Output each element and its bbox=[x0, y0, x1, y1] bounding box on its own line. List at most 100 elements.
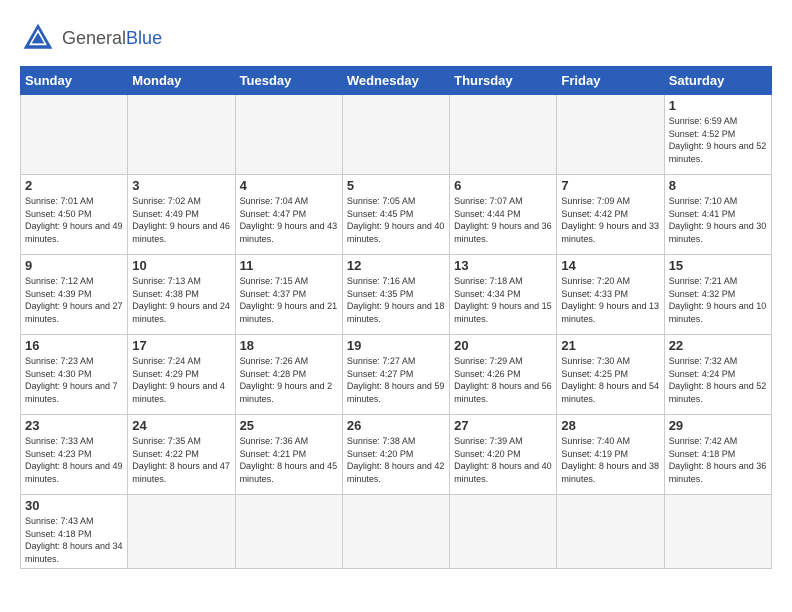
day-cell: 29 Sunrise: 7:42 AM Sunset: 4:18 PM Dayli… bbox=[664, 415, 771, 495]
day-cell bbox=[664, 495, 771, 569]
day-info: Sunrise: 7:05 AM Sunset: 4:45 PM Dayligh… bbox=[347, 195, 445, 245]
week-row-2: 2 Sunrise: 7:01 AM Sunset: 4:50 PM Daylig… bbox=[21, 175, 772, 255]
logo: GeneralBlue bbox=[20, 20, 162, 56]
day-info: Sunrise: 7:10 AM Sunset: 4:41 PM Dayligh… bbox=[669, 195, 767, 245]
day-cell: 18Sunrise: 7:26 AM Sunset: 4:28 PM Dayli… bbox=[235, 335, 342, 415]
day-info: Sunrise: 7:30 AM Sunset: 4:25 PM Dayligh… bbox=[561, 355, 659, 405]
day-number: 13 bbox=[454, 258, 552, 273]
day-info: Sunrise: 7:20 AM Sunset: 4:33 PM Dayligh… bbox=[561, 275, 659, 325]
day-info: Sunrise: 7:15 AM Sunset: 4:37 PM Dayligh… bbox=[240, 275, 338, 325]
header: GeneralBlue bbox=[20, 20, 772, 56]
day-info: Sunrise: 7:40 AM Sunset: 4:19 PM Dayligh… bbox=[561, 435, 659, 485]
day-info: Sunrise: 7:23 AM Sunset: 4:30 PM Dayligh… bbox=[25, 355, 123, 405]
day-cell: 10Sunrise: 7:13 AM Sunset: 4:38 PM Dayli… bbox=[128, 255, 235, 335]
day-info: Sunrise: 7:18 AM Sunset: 4:34 PM Dayligh… bbox=[454, 275, 552, 325]
week-row-3: 9 Sunrise: 7:12 AM Sunset: 4:39 PM Daylig… bbox=[21, 255, 772, 335]
day-cell: 2 Sunrise: 7:01 AM Sunset: 4:50 PM Daylig… bbox=[21, 175, 128, 255]
day-cell bbox=[342, 495, 449, 569]
day-cell: 17 Sunrise: 7:24 AM Sunset: 4:29 PM Dayli… bbox=[128, 335, 235, 415]
day-cell: 21Sunrise: 7:30 AM Sunset: 4:25 PM Dayli… bbox=[557, 335, 664, 415]
day-info: Sunrise: 7:16 AM Sunset: 4:35 PM Dayligh… bbox=[347, 275, 445, 325]
day-number: 29 bbox=[669, 418, 767, 433]
day-cell bbox=[235, 95, 342, 175]
weekday-sunday: Sunday bbox=[21, 67, 128, 95]
day-number: 6 bbox=[454, 178, 552, 193]
day-cell: 14Sunrise: 7:20 AM Sunset: 4:33 PM Dayli… bbox=[557, 255, 664, 335]
day-info: Sunrise: 7:13 AM Sunset: 4:38 PM Dayligh… bbox=[132, 275, 230, 325]
day-number: 23 bbox=[25, 418, 123, 433]
weekday-header-row: SundayMondayTuesdayWednesdayThursdayFrid… bbox=[21, 67, 772, 95]
day-cell: 8Sunrise: 7:10 AM Sunset: 4:41 PM Daylig… bbox=[664, 175, 771, 255]
day-cell: 5 Sunrise: 7:05 AM Sunset: 4:45 PM Daylig… bbox=[342, 175, 449, 255]
day-cell: 11Sunrise: 7:15 AM Sunset: 4:37 PM Dayli… bbox=[235, 255, 342, 335]
day-cell: 19Sunrise: 7:27 AM Sunset: 4:27 PM Dayli… bbox=[342, 335, 449, 415]
day-number: 27 bbox=[454, 418, 552, 433]
day-info: Sunrise: 7:02 AM Sunset: 4:49 PM Dayligh… bbox=[132, 195, 230, 245]
day-cell: 13 Sunrise: 7:18 AM Sunset: 4:34 PM Dayli… bbox=[450, 255, 557, 335]
day-info: Sunrise: 7:39 AM Sunset: 4:20 PM Dayligh… bbox=[454, 435, 552, 485]
day-number: 22 bbox=[669, 338, 767, 353]
weekday-monday: Monday bbox=[128, 67, 235, 95]
day-cell: 1 Sunrise: 6:59 AM Sunset: 4:52 PM Daylig… bbox=[664, 95, 771, 175]
day-info: Sunrise: 7:38 AM Sunset: 4:20 PM Dayligh… bbox=[347, 435, 445, 485]
page: GeneralBlue SundayMondayTuesdayWednesday… bbox=[0, 0, 792, 579]
day-info: Sunrise: 7:29 AM Sunset: 4:26 PM Dayligh… bbox=[454, 355, 552, 405]
day-number: 15 bbox=[669, 258, 767, 273]
day-number: 12 bbox=[347, 258, 445, 273]
day-cell bbox=[557, 495, 664, 569]
day-info: Sunrise: 7:07 AM Sunset: 4:44 PM Dayligh… bbox=[454, 195, 552, 245]
day-info: Sunrise: 7:24 AM Sunset: 4:29 PM Dayligh… bbox=[132, 355, 230, 405]
day-cell: 12 Sunrise: 7:16 AM Sunset: 4:35 PM Dayli… bbox=[342, 255, 449, 335]
weekday-thursday: Thursday bbox=[450, 67, 557, 95]
day-cell: 22 Sunrise: 7:32 AM Sunset: 4:24 PM Dayli… bbox=[664, 335, 771, 415]
day-number: 25 bbox=[240, 418, 338, 433]
day-number: 30 bbox=[25, 498, 123, 513]
day-info: Sunrise: 7:36 AM Sunset: 4:21 PM Dayligh… bbox=[240, 435, 338, 485]
day-cell bbox=[342, 95, 449, 175]
day-cell: 15 Sunrise: 7:21 AM Sunset: 4:32 PM Dayli… bbox=[664, 255, 771, 335]
day-number: 3 bbox=[132, 178, 230, 193]
day-info: Sunrise: 7:42 AM Sunset: 4:18 PM Dayligh… bbox=[669, 435, 767, 485]
day-number: 7 bbox=[561, 178, 659, 193]
day-info: Sunrise: 7:43 AM Sunset: 4:18 PM Dayligh… bbox=[25, 515, 123, 565]
weekday-friday: Friday bbox=[557, 67, 664, 95]
day-cell: 24Sunrise: 7:35 AM Sunset: 4:22 PM Dayli… bbox=[128, 415, 235, 495]
day-number: 1 bbox=[669, 98, 767, 113]
day-cell: 23 Sunrise: 7:33 AM Sunset: 4:23 PM Dayli… bbox=[21, 415, 128, 495]
weekday-saturday: Saturday bbox=[664, 67, 771, 95]
day-number: 20 bbox=[454, 338, 552, 353]
day-info: Sunrise: 7:33 AM Sunset: 4:23 PM Dayligh… bbox=[25, 435, 123, 485]
day-number: 4 bbox=[240, 178, 338, 193]
day-cell: 7Sunrise: 7:09 AM Sunset: 4:42 PM Daylig… bbox=[557, 175, 664, 255]
day-cell: 25 Sunrise: 7:36 AM Sunset: 4:21 PM Dayli… bbox=[235, 415, 342, 495]
day-info: Sunrise: 7:04 AM Sunset: 4:47 PM Dayligh… bbox=[240, 195, 338, 245]
day-info: Sunrise: 7:32 AM Sunset: 4:24 PM Dayligh… bbox=[669, 355, 767, 405]
day-number: 19 bbox=[347, 338, 445, 353]
day-info: Sunrise: 7:21 AM Sunset: 4:32 PM Dayligh… bbox=[669, 275, 767, 325]
day-info: Sunrise: 7:01 AM Sunset: 4:50 PM Dayligh… bbox=[25, 195, 123, 245]
day-cell bbox=[235, 495, 342, 569]
day-number: 17 bbox=[132, 338, 230, 353]
logo-icon bbox=[20, 20, 56, 56]
week-row-4: 16Sunrise: 7:23 AM Sunset: 4:30 PM Dayli… bbox=[21, 335, 772, 415]
day-info: Sunrise: 7:35 AM Sunset: 4:22 PM Dayligh… bbox=[132, 435, 230, 485]
day-cell bbox=[450, 495, 557, 569]
day-cell bbox=[450, 95, 557, 175]
day-number: 2 bbox=[25, 178, 123, 193]
day-cell: 20 Sunrise: 7:29 AM Sunset: 4:26 PM Dayli… bbox=[450, 335, 557, 415]
day-info: Sunrise: 6:59 AM Sunset: 4:52 PM Dayligh… bbox=[669, 115, 767, 165]
logo-text: GeneralBlue bbox=[62, 28, 162, 49]
calendar: SundayMondayTuesdayWednesdayThursdayFrid… bbox=[20, 66, 772, 569]
day-cell: 9 Sunrise: 7:12 AM Sunset: 4:39 PM Daylig… bbox=[21, 255, 128, 335]
week-row-5: 23 Sunrise: 7:33 AM Sunset: 4:23 PM Dayli… bbox=[21, 415, 772, 495]
day-cell bbox=[128, 95, 235, 175]
day-number: 9 bbox=[25, 258, 123, 273]
day-number: 26 bbox=[347, 418, 445, 433]
day-cell bbox=[557, 95, 664, 175]
day-number: 5 bbox=[347, 178, 445, 193]
day-cell: 6 Sunrise: 7:07 AM Sunset: 4:44 PM Daylig… bbox=[450, 175, 557, 255]
day-number: 18 bbox=[240, 338, 338, 353]
day-info: Sunrise: 7:12 AM Sunset: 4:39 PM Dayligh… bbox=[25, 275, 123, 325]
day-cell: 27 Sunrise: 7:39 AM Sunset: 4:20 PM Dayli… bbox=[450, 415, 557, 495]
weekday-wednesday: Wednesday bbox=[342, 67, 449, 95]
